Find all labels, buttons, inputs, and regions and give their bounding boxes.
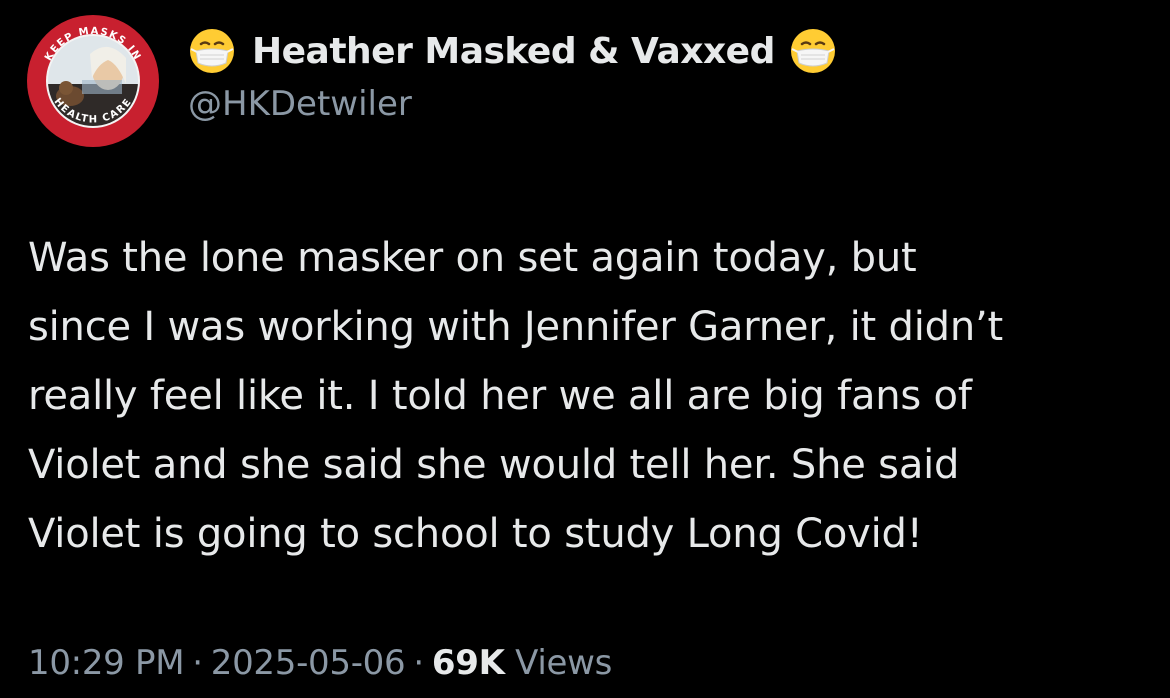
face-with-medical-mask-icon [789,27,837,75]
tweet-date[interactable]: 2025-05-06 [211,643,406,683]
tweet-time[interactable]: 10:29 PM [28,643,185,683]
avatar-badge-image: KEEP MASKS IN HEALTH CARE [27,15,159,147]
views-count[interactable]: 69K [432,643,505,683]
avatar[interactable]: KEEP MASKS IN HEALTH CARE [26,14,160,148]
tweet-text-line: Violet is going to school to study Long … [28,511,923,557]
author-display-name[interactable]: Heather Masked & Vaxxed [252,31,775,72]
meta-separator: · [413,643,424,683]
tweet: KEEP MASKS IN HEALTH CARE Heather Masked… [0,0,1170,698]
tweet-meta: 10:29 PM · 2025-05-06 · 69K Views [28,643,612,683]
author-handle[interactable]: @HKDetwiler [188,84,412,124]
tweet-text-line: really feel like it. I told her we all a… [28,373,972,419]
tweet-text: Was the lone masker on set again today, … [28,224,1148,569]
face-with-medical-mask-icon [188,27,236,75]
author-name-row[interactable]: Heather Masked & Vaxxed [188,26,837,76]
tweet-text-line: Was the lone masker on set again today, … [28,235,917,281]
views-label: Views [515,643,613,683]
tweet-text-line: Violet and she said she would tell her. … [28,442,960,488]
meta-separator: · [192,643,203,683]
tweet-text-line: since I was working with Jennifer Garner… [28,304,1003,350]
